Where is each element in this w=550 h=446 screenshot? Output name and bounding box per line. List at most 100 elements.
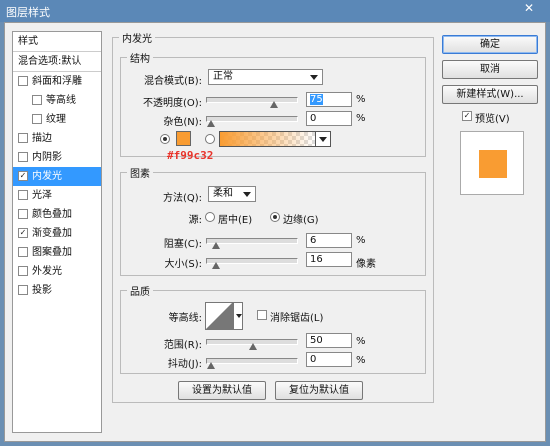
noise-slider-thumb[interactable] <box>207 120 215 127</box>
contour-preview[interactable] <box>205 302 233 330</box>
new-style-button[interactable]: 新建样式(W)... <box>442 85 538 104</box>
anti-alias-label[interactable]: 消除锯齿(L) <box>270 309 323 324</box>
source-center-label[interactable]: 居中(E) <box>218 211 252 226</box>
noise-input[interactable]: 0 <box>306 111 352 126</box>
style-item-label: 投影 <box>32 285 52 296</box>
style-item-label: 光泽 <box>32 190 52 201</box>
range-input[interactable]: 50 <box>306 333 352 348</box>
style-item[interactable]: 内阴影 <box>13 148 101 167</box>
style-item[interactable]: ✓ 内发光 <box>13 167 101 186</box>
set-default-button[interactable]: 设置为默认值 <box>178 381 266 400</box>
jitter-label: 抖动(J): <box>167 359 202 370</box>
size-slider[interactable] <box>206 258 298 269</box>
style-item-checkbox[interactable] <box>18 285 28 295</box>
chevron-down-icon <box>310 75 318 80</box>
reset-default-button[interactable]: 复位为默认值 <box>275 381 363 400</box>
close-icon[interactable]: ✕ <box>516 1 542 17</box>
jitter-slider[interactable] <box>206 358 298 369</box>
style-item-label: 描边 <box>32 133 52 144</box>
blend-mode-label: 混合模式(B): <box>143 76 202 87</box>
ok-button[interactable]: 确定 <box>442 35 538 54</box>
preview-checkbox[interactable]: ✓ <box>462 111 472 121</box>
contour-curve-icon <box>206 303 232 329</box>
style-item[interactable]: 外发光 <box>13 262 101 281</box>
style-item[interactable]: 描边 <box>13 129 101 148</box>
jitter-input[interactable]: 0 <box>306 352 352 367</box>
choke-slider-thumb[interactable] <box>212 242 220 249</box>
choke-percent: % <box>356 235 366 246</box>
size-slider-thumb[interactable] <box>212 262 220 269</box>
blending-options-item[interactable]: 混合选项:默认 <box>13 52 101 72</box>
style-item-label: 外发光 <box>32 266 62 277</box>
inner-glow-title: 内发光 <box>119 30 155 45</box>
preview-swatch <box>479 150 507 178</box>
gradient-picker-icon[interactable] <box>315 131 331 147</box>
style-item[interactable]: ✓ 渐变叠加 <box>13 224 101 243</box>
glow-gradient-preview[interactable] <box>219 131 316 147</box>
style-item-label: 渐变叠加 <box>32 228 72 239</box>
style-item-label: 内阴影 <box>32 152 62 163</box>
style-item-checkbox[interactable]: ✓ <box>18 171 28 181</box>
opacity-input[interactable]: 75 <box>306 92 352 107</box>
window-title: 图层样式 <box>6 6 50 19</box>
opacity-percent: % <box>356 94 366 105</box>
jitter-slider-thumb[interactable] <box>207 362 215 369</box>
opacity-label: 不透明度(O): <box>142 98 202 109</box>
quality-title: 品质 <box>127 283 153 298</box>
source-edge-radio[interactable] <box>270 212 280 222</box>
jitter-percent: % <box>356 355 366 366</box>
style-item[interactable]: 等高线 <box>13 91 101 110</box>
technique-select[interactable]: 柔和 <box>208 186 256 202</box>
range-slider[interactable] <box>206 339 298 350</box>
range-slider-thumb[interactable] <box>249 343 257 350</box>
style-item[interactable]: 光泽 <box>13 186 101 205</box>
style-item[interactable]: 斜面和浮雕 <box>13 72 101 91</box>
title-bar[interactable]: 图层样式 ✕ <box>0 0 550 22</box>
source-edge-label[interactable]: 边缘(G) <box>283 211 319 226</box>
noise-percent: % <box>356 113 366 124</box>
choke-input[interactable]: 6 <box>306 233 352 248</box>
style-item-checkbox[interactable] <box>18 152 28 162</box>
styles-header[interactable]: 样式 <box>13 32 101 52</box>
anti-alias-checkbox[interactable] <box>257 310 267 320</box>
opacity-slider-thumb[interactable] <box>270 101 278 108</box>
cancel-button[interactable]: 取消 <box>442 60 538 79</box>
opacity-slider[interactable] <box>206 97 298 108</box>
styles-list: 样式 混合选项:默认 斜面和浮雕 等高线纹理描边内阴影 ✓ 内发光光泽颜色叠加 ✓ 渐变叠… <box>12 31 102 433</box>
style-item-checkbox[interactable] <box>18 209 28 219</box>
style-item[interactable]: 图案叠加 <box>13 243 101 262</box>
preview-label[interactable]: 预览(V) <box>475 110 510 125</box>
structure-title: 结构 <box>127 50 153 65</box>
style-item[interactable]: 纹理 <box>13 110 101 129</box>
style-item-checkbox[interactable]: ✓ <box>18 228 28 238</box>
source-center-radio[interactable] <box>205 212 215 222</box>
style-item-checkbox[interactable] <box>18 247 28 257</box>
elements-title: 图素 <box>127 165 153 180</box>
choke-slider[interactable] <box>206 238 298 249</box>
style-item-checkbox[interactable] <box>18 190 28 200</box>
noise-slider[interactable] <box>206 116 298 127</box>
style-item-checkbox[interactable] <box>18 76 28 86</box>
style-item-label: 内发光 <box>32 171 62 182</box>
blend-mode-select[interactable]: 正常 <box>208 69 323 85</box>
style-item[interactable]: 投影 <box>13 281 101 300</box>
technique-label: 方法(Q): <box>162 193 202 204</box>
style-item-checkbox[interactable] <box>32 95 42 105</box>
color-mode-radio[interactable] <box>160 134 170 144</box>
contour-picker-icon[interactable] <box>233 302 243 330</box>
style-item-checkbox[interactable] <box>18 133 28 143</box>
gradient-mode-radio[interactable] <box>205 134 215 144</box>
style-item[interactable]: 颜色叠加 <box>13 205 101 224</box>
technique-value: 柔和 <box>213 188 233 199</box>
range-label: 范围(R): <box>163 340 202 351</box>
size-input[interactable]: 16 <box>306 252 352 267</box>
blend-mode-value: 正常 <box>213 71 233 82</box>
noise-label: 杂色(N): <box>163 117 202 128</box>
contour-label: 等高线: <box>168 313 202 324</box>
chevron-down-icon <box>243 192 251 197</box>
glow-color-swatch[interactable] <box>176 131 191 146</box>
style-item-label: 纹理 <box>46 114 66 125</box>
style-item-label: 图案叠加 <box>32 247 72 258</box>
style-item-checkbox[interactable] <box>32 114 42 124</box>
style-item-checkbox[interactable] <box>18 266 28 276</box>
